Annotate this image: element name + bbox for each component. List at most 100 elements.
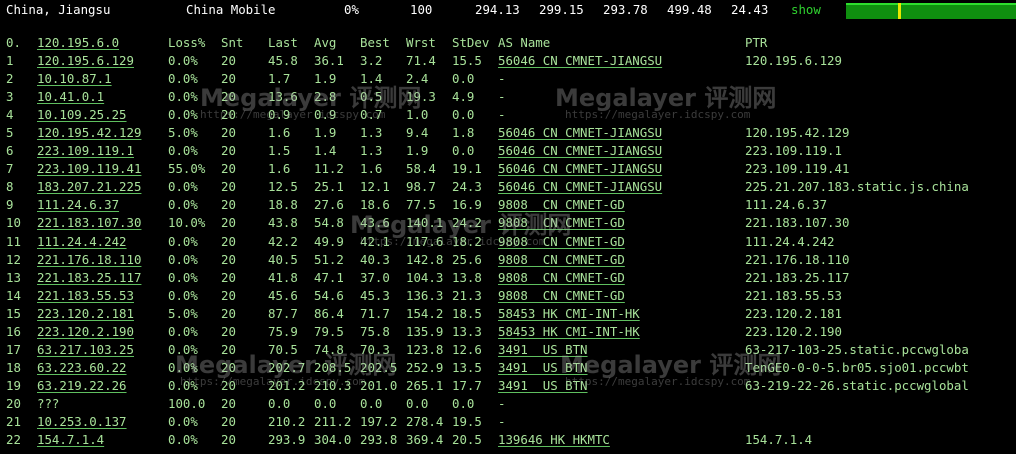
hop-last: 201.2: [268, 377, 306, 393]
hop-last: 75.9: [268, 323, 298, 339]
hop-ptr: 120.195.6.129: [745, 53, 842, 68]
hop-snt: 20: [221, 107, 236, 123]
hop-stdev: 20.5: [452, 432, 482, 448]
hop-loss: 0.0%: [168, 107, 198, 123]
hop-best: 1.4: [360, 71, 383, 87]
hop-as-name: 56046 CN CMNET-JIANGSU: [498, 161, 663, 177]
hop-snt: 20: [221, 414, 236, 429]
show-link[interactable]: show: [791, 2, 821, 17]
hop-host: 154.7.1.4: [37, 432, 105, 448]
hop-as-name: 9808 CN CMNET-GD: [498, 251, 625, 267]
hop-snt: 20: [221, 143, 236, 159]
header-last: 294.13: [475, 2, 520, 17]
hop-loss: 0.0%: [168, 341, 198, 357]
col-ptr: PTR: [745, 35, 768, 50]
header-loss: 0%: [344, 2, 359, 17]
hop-index: 2: [6, 71, 14, 87]
hop-avg: 54.6: [314, 287, 344, 303]
hop-best: 1.3: [360, 125, 383, 141]
hop-index: 6: [6, 143, 14, 159]
hop-best: 201.0: [360, 377, 398, 393]
hop-snt: 20: [221, 377, 236, 393]
hop-avg: 0.9: [314, 107, 337, 123]
hop-last: 40.5: [268, 251, 298, 267]
hop-snt: 20: [221, 53, 236, 68]
hop-as-name: 56046 CN CMNET-JIANGSU: [498, 125, 663, 141]
hop-as-name: 56046 CN CMNET-JIANGSU: [498, 143, 663, 159]
hop-best: 45.3: [360, 287, 390, 303]
hop-last: 210.2: [268, 414, 306, 429]
hop-loss: 0.0%: [168, 71, 198, 87]
hop-as-name: -: [498, 71, 506, 87]
hop-ptr: 63-219-22-26.static.pccwglobal: [745, 377, 969, 393]
hop-row: 21 10.253.0.137 0.0% 20 210.2 211.2 197.2 278.4…: [0, 414, 1016, 432]
hop-ptr: 63-217-103-25.static.pccwgloba: [745, 341, 969, 357]
hop-best: 0.0: [360, 395, 383, 411]
hop-stdev: 0.0: [452, 395, 475, 411]
hop-row: 16 223.120.2.190 0.0% 20 75.9 79.5 75.8 135.9 13…: [0, 324, 1016, 342]
hop-wrst: 0.0: [406, 395, 429, 411]
hop-loss: 0.0%: [168, 323, 198, 339]
hop-index: 9: [6, 197, 14, 213]
hop-as-name: -: [498, 89, 506, 105]
hop-wrst: 98.7: [406, 179, 436, 195]
hop-as-name: 3491 US BTN: [498, 377, 588, 393]
hop-stdev: 18.2: [452, 233, 482, 249]
hop-avg: 1.4: [314, 143, 337, 159]
hop-best: 43.6: [360, 215, 390, 231]
hop-avg: 2.8: [314, 89, 337, 105]
hop-best: 70.3: [360, 341, 390, 357]
hop-avg: 27.6: [314, 197, 344, 213]
hop-best: 197.2: [360, 414, 398, 429]
hop-last: 293.9: [268, 432, 306, 448]
hop-stdev: 18.5: [452, 305, 482, 321]
header-sent: 100: [410, 2, 433, 17]
hop-wrst: 1.0: [406, 107, 429, 123]
hop-host: 10.109.25.25: [37, 107, 127, 123]
hop-ptr: 223.120.2.190: [745, 323, 842, 339]
hop-wrst: 19.3: [406, 89, 436, 105]
hop-host: 223.120.2.190: [37, 323, 134, 339]
hop-row: 22 154.7.1.4 0.0% 20 293.9 304.0 293.8 369.4 20.…: [0, 432, 1016, 450]
hop-stdev: 15.5: [452, 53, 482, 68]
hop-avg: 47.1: [314, 269, 344, 285]
hop-best: 293.8: [360, 432, 398, 448]
hop-index: 15: [6, 305, 21, 321]
hop-avg: 79.5: [314, 323, 344, 339]
header-best: 293.78: [603, 2, 648, 17]
col-host: 120.195.6.0: [37, 35, 120, 50]
hop-last: 18.8: [268, 197, 298, 213]
hop-ptr: TenGE0-0-0-5.br05.sjo01.pccwbt: [745, 359, 969, 375]
hop-wrst: 265.1: [406, 377, 444, 393]
hop-last: 1.6: [268, 125, 291, 141]
hop-snt: 20: [221, 89, 236, 105]
hop-host: 111.24.6.37: [37, 197, 120, 213]
hop-row: 19 63.219.22.26 0.0% 20 201.2 210.3 201.0 265.1…: [0, 378, 1016, 396]
hop-last: 43.8: [268, 215, 298, 231]
hop-as-name: 9808 CN CMNET-GD: [498, 287, 625, 303]
hop-loss: 0.0%: [168, 89, 198, 105]
hop-loss: 100.0: [168, 395, 206, 411]
hop-loss: 10.0%: [168, 215, 206, 231]
hop-last: 13.6: [268, 89, 298, 105]
hop-avg: 74.8: [314, 341, 344, 357]
hop-last: 0.0: [268, 395, 291, 411]
hop-stdev: 17.7: [452, 377, 482, 393]
hop-row: 17 63.217.103.25 0.0% 20 70.5 74.8 70.3 123.8 12…: [0, 342, 1016, 360]
hop-loss: 0.0%: [168, 377, 198, 393]
hop-stdev: 13.5: [452, 359, 482, 375]
hop-best: 37.0: [360, 269, 390, 285]
hop-index: 1: [6, 53, 14, 68]
hop-best: 12.1: [360, 179, 390, 195]
hop-index: 7: [6, 161, 14, 177]
hop-avg: 210.3: [314, 377, 352, 393]
hop-index: 8: [6, 179, 14, 195]
hop-host: 183.207.21.225: [37, 179, 142, 195]
hop-host: 120.195.42.129: [37, 125, 142, 141]
hop-best: 71.7: [360, 305, 390, 321]
hop-avg: 0.0: [314, 395, 337, 411]
hop-row: 7 223.109.119.41 55.0% 20 1.6 11.2 1.6 58.4 19.1…: [0, 161, 1016, 179]
hop-host: 10.10.87.1: [37, 71, 112, 87]
hop-row: 10 221.183.107.30 10.0% 20 43.8 54.8 43.6 140.1…: [0, 215, 1016, 233]
hop-index: 4: [6, 107, 14, 123]
